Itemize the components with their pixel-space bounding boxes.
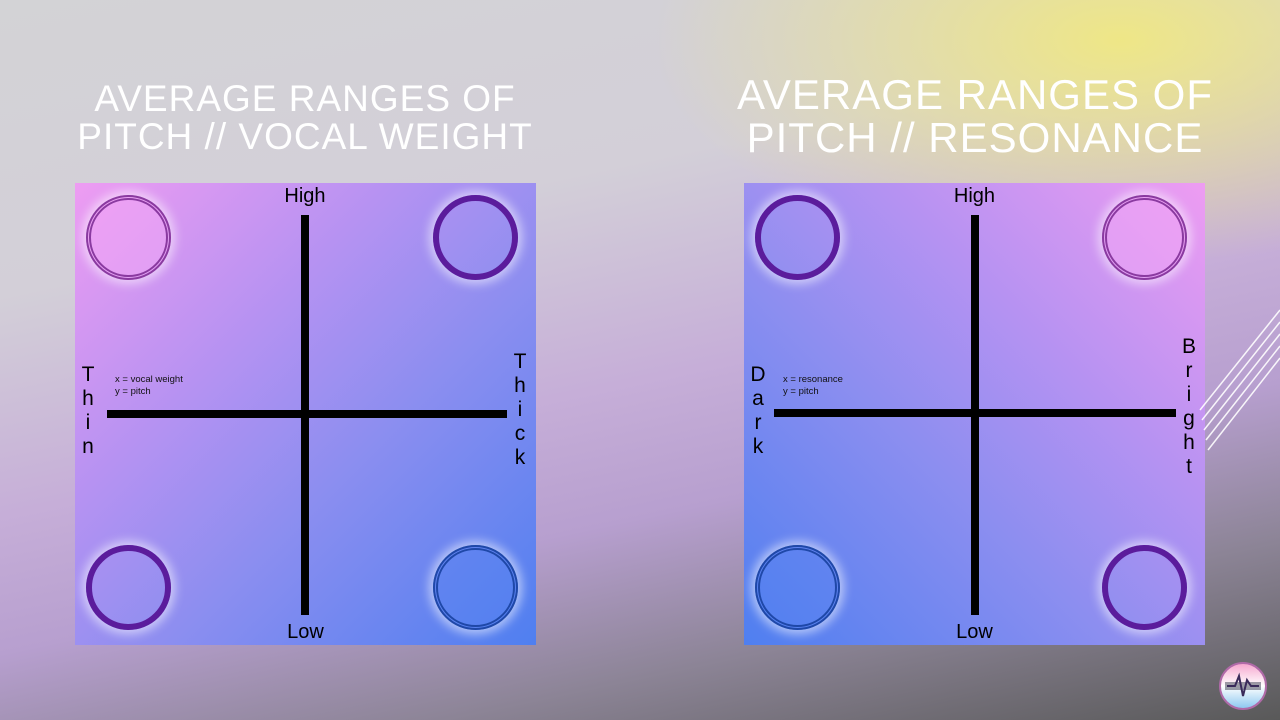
label-letter: k [514, 446, 526, 469]
quadrant-ring-bottom-right [433, 545, 518, 630]
quadrant-ring-top-left [86, 195, 171, 280]
resonance-axis [774, 409, 1176, 417]
left-title-line-2: PITCH // VOCAL WEIGHT [77, 115, 533, 157]
note-y: y = pitch [783, 386, 819, 397]
axis-legend-note: x = resonance y = pitch [783, 374, 843, 398]
label-letter: c [514, 422, 526, 445]
note-x: x = vocal weight [115, 374, 183, 385]
label-letter: h [514, 374, 526, 397]
label-letter: i [85, 411, 91, 434]
axis-legend-note: x = vocal weight y = pitch [115, 374, 183, 398]
label-low: Low [287, 621, 324, 643]
label-letter: n [82, 435, 94, 458]
pitch-resonance-diagram: High Low Dark Bright x = resonance y = p… [744, 183, 1205, 645]
label-letter: r [754, 411, 762, 434]
left-title-line-1: AVERAGE RANGES OF [94, 78, 516, 119]
quadrant-ring-bottom-left [86, 545, 171, 630]
label-letter: T [81, 363, 95, 386]
left-title: AVERAGE RANGES OF PITCH // VOCAL WEIGHT [60, 80, 550, 155]
quadrant-ring-top-right [433, 195, 518, 280]
label-high: High [953, 185, 996, 207]
label-letter: h [82, 387, 94, 410]
label-low: Low [956, 621, 993, 643]
right-title-line-1: AVERAGE RANGES OF [737, 71, 1213, 118]
pitch-weight-diagram: High Low Thin Thick x = vocal weight y =… [75, 183, 536, 645]
quadrant-ring-bottom-left [755, 545, 840, 630]
note-y: y = pitch [115, 386, 151, 397]
vocal-weight-axis [107, 410, 507, 418]
label-letter: a [752, 387, 764, 410]
right-title: AVERAGE RANGES OF PITCH // RESONANCE [735, 71, 1215, 161]
quadrant-ring-top-right [1102, 195, 1187, 280]
label-thick: Thick [510, 350, 530, 470]
quadrant-ring-top-left [755, 195, 840, 280]
label-letter: k [752, 435, 764, 458]
note-x: x = resonance [783, 374, 843, 385]
label-letter: D [750, 363, 766, 386]
label-letter: T [513, 350, 527, 373]
label-thin: Thin [78, 363, 98, 459]
right-title-line-2: PITCH // RESONANCE [746, 113, 1204, 161]
label-letter: i [517, 398, 523, 421]
label-dark: Dark [748, 363, 768, 459]
quadrant-ring-bottom-right [1102, 545, 1187, 630]
label-high: High [284, 185, 326, 207]
channel-logo-icon [1219, 662, 1267, 710]
diagonal-lines-icon [1199, 309, 1280, 451]
